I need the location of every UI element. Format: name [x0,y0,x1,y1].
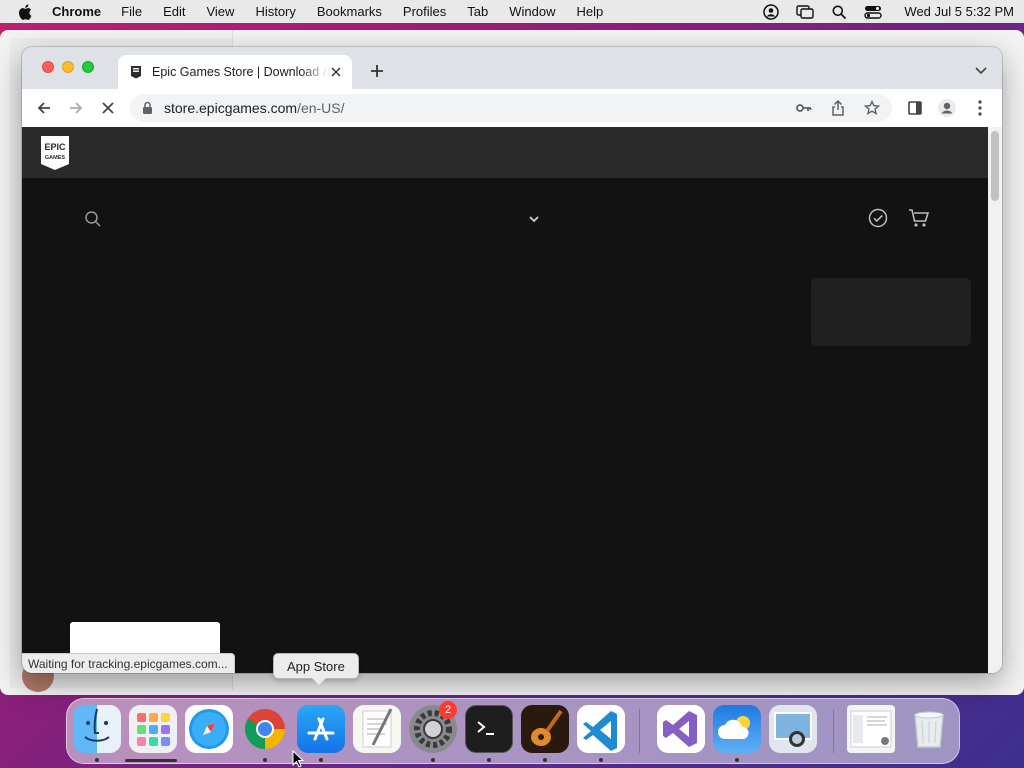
bookmark-star-icon[interactable] [858,94,886,122]
shopping-cart-icon[interactable] [908,208,930,228]
menu-window[interactable]: Window [509,4,555,19]
menu-history[interactable]: History [255,4,295,19]
chrome-window: Epic Games Store | Download & Play store… [22,47,1002,673]
menu-tab[interactable]: Tab [467,4,488,19]
epic-games-logo[interactable]: EPIC GAMES [40,135,70,171]
menu-bar: Chrome File Edit View History Bookmarks … [0,0,1024,23]
menu-app-name[interactable]: Chrome [52,4,101,19]
scrollbar-thumb[interactable] [991,131,999,201]
menu-profiles[interactable]: Profiles [403,4,446,19]
visual-studio-icon[interactable] [657,705,705,753]
close-tab-icon[interactable] [328,64,344,80]
share-icon[interactable] [824,94,852,122]
close-window-button[interactable] [42,61,54,73]
settings-notification-badge: 2 [439,701,457,719]
finder-running-dot [95,758,99,762]
settings-running-dot [431,758,435,762]
svg-text:EPIC: EPIC [44,142,66,152]
password-key-icon[interactable] [790,94,818,122]
epic-top-nav: EPIC GAMES [22,127,988,178]
finder-icon[interactable] [73,705,121,753]
stop-loading-button[interactable] [94,94,122,122]
app-store-icon[interactable] [297,705,345,753]
url-host: store.epicgames.com [164,100,298,116]
minimize-window-button[interactable] [62,61,74,73]
dock-active-indicator [125,759,177,762]
control-center-icon[interactable] [864,4,883,20]
loading-placeholder [811,278,971,346]
screen-mirroring-icon[interactable] [796,4,815,20]
spotlight-search-icon[interactable] [830,4,848,20]
apple-menu-icon[interactable] [18,3,34,21]
address-bar[interactable]: store.epicgames.com/en-US/ [130,94,892,122]
web-page: EPIC GAMES [22,127,988,673]
vscode-running-dot [599,758,603,762]
weather-running-dot [735,758,739,762]
status-bubble: Waiting for tracking.epicgames.com... [22,653,235,673]
terminal-running-dot [487,758,491,762]
search-icon[interactable] [84,210,102,228]
vscode-icon[interactable] [577,705,625,753]
epic-favicon-icon [130,65,142,79]
page-scrollbar[interactable] [988,127,1002,673]
launchpad-icon[interactable] [129,705,177,753]
menu-view[interactable]: View [206,4,234,19]
profile-avatar-icon[interactable] [933,94,961,122]
dock: 2 [66,698,960,764]
svg-text:GAMES: GAMES [45,155,66,161]
trash-icon[interactable] [905,705,953,753]
textedit-icon[interactable] [353,705,401,753]
terminal-icon[interactable] [465,705,513,753]
browser-toolbar: store.epicgames.com/en-US/ [22,89,1002,127]
store-search-row [22,178,988,258]
safari-icon[interactable] [185,705,233,753]
back-button[interactable] [30,94,58,122]
new-tab-button[interactable] [366,60,388,82]
tab-search-chevron-icon[interactable] [974,63,990,79]
dock-tooltip: App Store [273,653,359,685]
menu-clock[interactable]: Wed Jul 5 5:32 PM [904,4,1014,19]
dock-separator [639,709,640,753]
menu-help[interactable]: Help [577,4,604,19]
dock-separator-2 [833,709,834,753]
chevron-down-icon[interactable] [528,212,540,224]
weather-icon[interactable] [713,705,761,753]
chrome-icon[interactable] [241,705,289,753]
tab-title: Epic Games Store | Download & Play [152,65,328,79]
preview-icon[interactable] [769,705,817,753]
lock-icon[interactable] [142,101,154,115]
garageband-icon[interactable] [521,705,569,753]
mouse-pointer-icon [292,749,305,768]
user-account-icon[interactable] [762,3,780,20]
app-store-running-dot [319,758,323,762]
garageband-running-dot [543,758,547,762]
menu-bookmarks[interactable]: Bookmarks [317,4,382,19]
wishlist-check-icon[interactable] [868,208,888,228]
url-path: /en-US/ [297,100,345,116]
menu-edit[interactable]: Edit [163,4,185,19]
forward-button[interactable] [62,94,90,122]
maximize-window-button[interactable] [82,61,94,73]
browser-tab[interactable]: Epic Games Store | Download & Play [118,55,352,89]
side-panel-icon[interactable] [901,94,929,122]
chrome-menu-icon[interactable] [966,94,994,122]
window-controls [42,61,94,73]
chrome-running-dot [263,758,267,762]
downloads-stack-icon[interactable] [847,705,895,753]
menu-file[interactable]: File [121,4,142,19]
